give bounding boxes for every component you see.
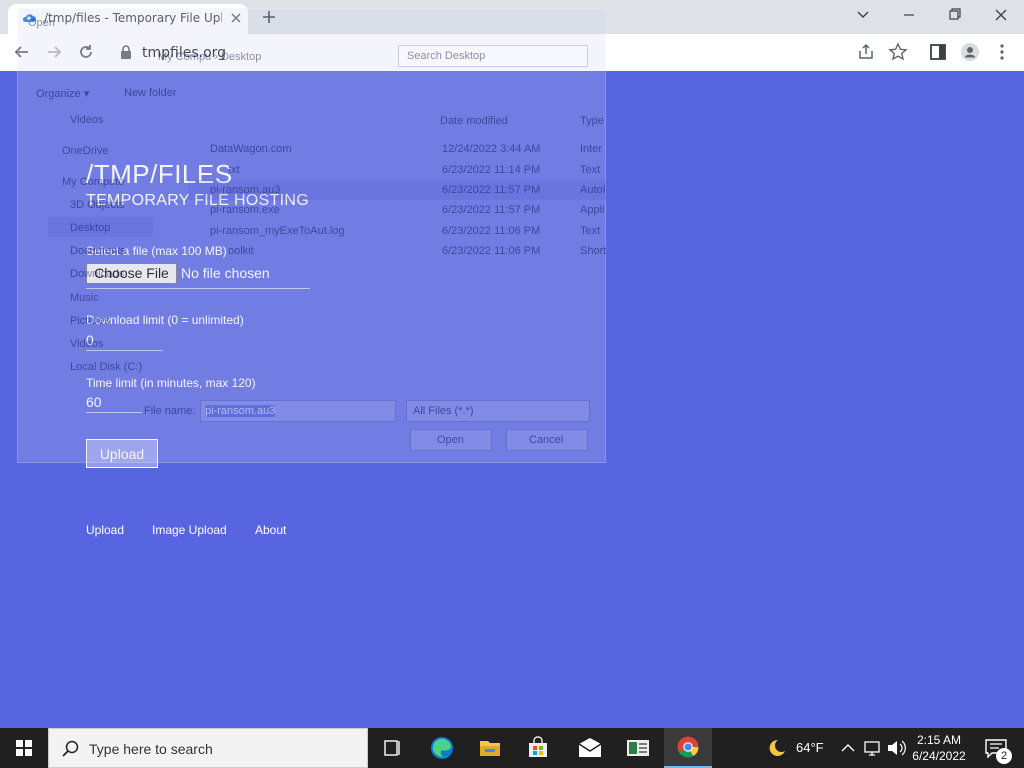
taskbar-search-box[interactable]: Type here to search (48, 728, 368, 768)
no-file-text: No file chosen (181, 265, 270, 281)
page-content: /TMP/FILES TEMPORARY FILE HOSTING Select… (0, 71, 1024, 728)
cloud-upload-icon (22, 14, 36, 22)
temperature-text: 64°F (796, 740, 824, 755)
bookmark-star-icon[interactable] (888, 42, 908, 62)
notification-badge: 2 (996, 748, 1012, 764)
footer-link-image-upload[interactable]: Image Upload (152, 523, 227, 537)
lock-icon[interactable] (120, 45, 132, 59)
tab-title: /tmp/files - Temporary File Uploa (44, 11, 222, 25)
browser-titlebar: /tmp/files - Temporary File Uploa (0, 0, 1024, 34)
back-icon[interactable] (12, 42, 32, 62)
restore-icon[interactable] (932, 0, 978, 30)
weather-widget[interactable]: 64°F (760, 728, 838, 768)
profile-avatar-icon[interactable] (960, 42, 980, 62)
network-icon[interactable] (860, 728, 884, 768)
edge-browser-icon[interactable] (418, 728, 466, 768)
windows-taskbar: Type here to search 64°F 2:15 AM 6/24/20… (0, 728, 1024, 768)
file-field-label: Select a file (max 100 MB) (86, 244, 227, 258)
windows-start-icon[interactable] (0, 728, 48, 768)
share-icon[interactable] (856, 42, 876, 62)
time-limit-label: Time limit (in minutes, max 120) (86, 376, 256, 390)
forward-icon[interactable] (44, 42, 64, 62)
mail-icon[interactable] (566, 728, 614, 768)
browser-tab[interactable]: /tmp/files - Temporary File Uploa (8, 4, 248, 34)
close-tab-icon[interactable] (228, 10, 244, 26)
clock-date: 6/24/2022 (912, 749, 966, 763)
file-input[interactable]: Choose File No file chosen (86, 263, 310, 289)
minimize-icon[interactable] (886, 0, 932, 30)
reload-icon[interactable] (76, 42, 96, 62)
url-text: tmpfiles.org (142, 45, 227, 61)
taskbar-clock[interactable]: 2:15 AM 6/24/2022 (908, 732, 970, 764)
notification-center[interactable]: 2 (976, 728, 1024, 768)
address-bar[interactable]: tmpfiles.org (108, 38, 848, 67)
time-limit-input[interactable] (86, 391, 142, 413)
taskbar-search-placeholder: Type here to search (89, 741, 213, 757)
footer-link-about[interactable]: About (255, 523, 286, 537)
site-title: /TMP/FILES (86, 159, 233, 189)
clock-time: 2:15 AM (916, 733, 962, 747)
search-icon (62, 740, 79, 757)
download-limit-label: Download limit (0 = unlimited) (86, 313, 244, 327)
choose-file-button[interactable]: Choose File (86, 263, 177, 284)
side-panel-icon[interactable] (928, 42, 948, 62)
footer-link-upload[interactable]: Upload (86, 523, 124, 537)
close-window-icon[interactable] (978, 0, 1024, 30)
kebab-menu-icon[interactable] (992, 42, 1012, 62)
chrome-browser-icon[interactable] (664, 728, 712, 768)
show-hidden-icons-icon[interactable] (836, 728, 860, 768)
browser-toolbar: tmpfiles.org (0, 34, 1024, 71)
download-limit-input[interactable] (86, 329, 163, 351)
file-explorer-icon[interactable] (466, 728, 514, 768)
microsoft-store-icon[interactable] (514, 728, 562, 768)
new-tab-icon[interactable] (260, 8, 278, 26)
news-icon[interactable] (614, 728, 662, 768)
site-subtitle: TEMPORARY FILE HOSTING (86, 192, 309, 209)
task-view-icon[interactable] (368, 728, 416, 768)
volume-icon[interactable] (884, 728, 908, 768)
upload-button[interactable]: Upload (86, 439, 158, 468)
tab-search-icon[interactable] (840, 0, 886, 30)
night-weather-icon (769, 739, 785, 756)
